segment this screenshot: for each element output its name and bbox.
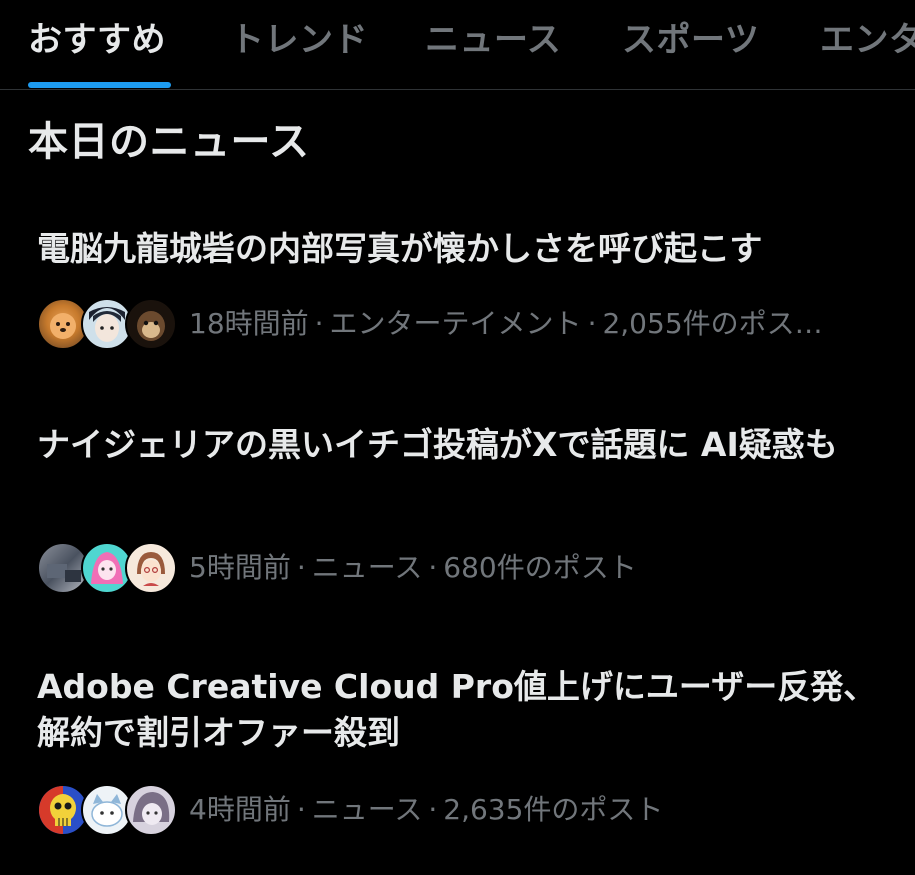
section-title: 本日のニュース — [28, 119, 310, 165]
news-category: ニュース — [311, 551, 423, 584]
meta-separator: · — [587, 307, 597, 340]
news-post-count: 680件のポスト — [443, 551, 637, 584]
news-meta: 18時間前 · エンターテイメント · 2,055件のポス… — [37, 298, 897, 350]
news-item[interactable]: Adobe Creative Cloud Pro値上げにユーザー反発、解約で割引… — [0, 662, 915, 842]
news-item[interactable]: 電脳九龍城砦の内部写真が懐かしさを呼び起こす 18時間前 · エンターテイメント… — [0, 222, 915, 362]
explore-tabs: おすすめ トレンド ニュース スポーツ エンタ — [0, 0, 915, 90]
tab-trends[interactable]: トレンド — [230, 18, 368, 62]
tab-sports[interactable]: スポーツ — [622, 18, 759, 62]
news-headline[interactable]: Adobe Creative Cloud Pro値上げにユーザー反発、解約で割引… — [37, 664, 877, 756]
news-post-count: 2,055件のポス… — [602, 307, 823, 340]
active-tab-indicator — [28, 82, 171, 88]
news-headline[interactable]: ナイジェリアの黒いイチゴ投稿がXで話題に AI疑惑も — [37, 422, 877, 468]
news-meta-text: 5時間前 · ニュース · 680件のポスト — [189, 548, 637, 588]
news-time: 18時間前 — [189, 307, 309, 340]
monkey-avatar — [125, 298, 177, 350]
tab-recommended[interactable]: おすすめ — [28, 18, 166, 62]
news-headline[interactable]: 電脳九龍城砦の内部写真が懐かしさを呼び起こす — [37, 226, 877, 272]
meta-separator: · — [428, 551, 438, 584]
news-time: 4時間前 — [189, 793, 291, 826]
avatar-stack — [37, 298, 177, 350]
avatar-stack — [37, 784, 177, 836]
news-meta: 4時間前 · ニュース · 2,635件のポスト — [37, 784, 897, 836]
avatar-stack — [37, 542, 177, 594]
news-meta-text: 18時間前 · エンターテイメント · 2,055件のポス… — [189, 304, 823, 344]
news-meta: 5時間前 · ニュース · 680件のポスト — [37, 542, 897, 594]
tab-news[interactable]: ニュース — [425, 18, 561, 62]
explore-page: おすすめ トレンド ニュース スポーツ エンタ 本日のニュース 電脳九龍城砦の内… — [0, 0, 915, 875]
news-time: 5時間前 — [189, 551, 291, 584]
news-item[interactable]: ナイジェリアの黒いイチゴ投稿がXで話題に AI疑惑も 5時間前 · ニュース ·… — [0, 418, 915, 598]
news-meta-text: 4時間前 · ニュース · 2,635件のポスト — [189, 790, 663, 830]
news-category: エンターテイメント — [329, 307, 582, 340]
news-post-count: 2,635件のポスト — [443, 793, 664, 826]
monochrome-character-avatar — [125, 784, 177, 836]
meta-separator: · — [296, 793, 306, 826]
girl-illustration-avatar — [125, 542, 177, 594]
tab-entertainment[interactable]: エンタ — [820, 18, 915, 62]
news-category: ニュース — [311, 793, 423, 826]
meta-separator: · — [296, 551, 306, 584]
meta-separator: · — [428, 793, 438, 826]
meta-separator: · — [314, 307, 324, 340]
